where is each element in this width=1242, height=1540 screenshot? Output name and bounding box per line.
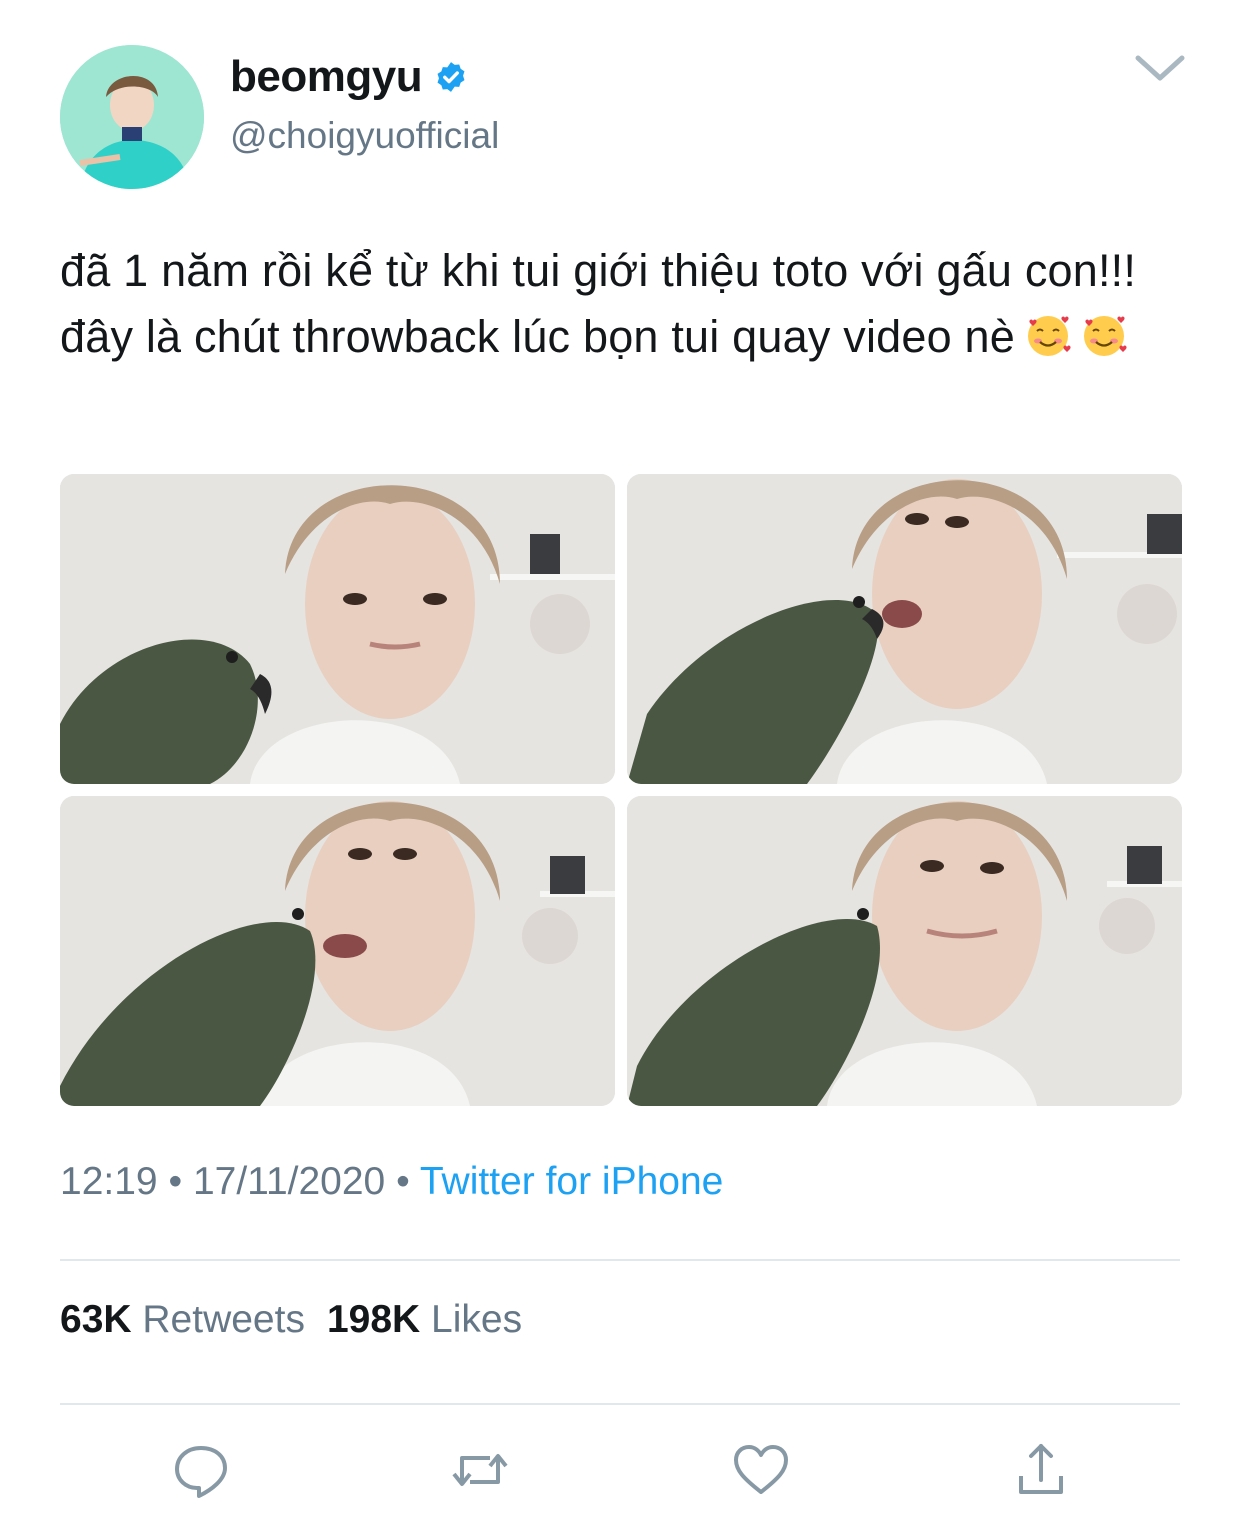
meta-separator: • — [168, 1160, 183, 1203]
display-name[interactable]: beomgyu — [230, 52, 423, 102]
share-icon — [1019, 1444, 1063, 1494]
user-handle[interactable]: @choigyuofficial — [230, 115, 499, 157]
photo-2[interactable] — [627, 474, 1182, 784]
tweet-meta: 12:19 • 17/11/2020 • Twitter for iPhone — [60, 1160, 723, 1204]
tweet-time: 12:19 — [60, 1160, 158, 1203]
retweet-button[interactable] — [450, 1440, 510, 1500]
divider — [60, 1259, 1180, 1261]
likes-stat[interactable]: 198K Likes — [327, 1298, 522, 1341]
retweet-icon — [452, 1454, 508, 1486]
reply-button[interactable] — [171, 1440, 231, 1500]
meta-separator: • — [396, 1160, 410, 1203]
tweet-source-link[interactable]: Twitter for iPhone — [420, 1160, 723, 1203]
smiling-face-with-hearts-icon — [1028, 316, 1071, 356]
divider — [60, 1403, 1180, 1405]
verified-badge-icon — [437, 62, 465, 92]
profile-avatar[interactable] — [60, 45, 204, 189]
chevron-down-icon[interactable] — [1134, 50, 1186, 86]
media-grid — [60, 474, 1182, 1106]
like-icon — [734, 1445, 788, 1494]
likes-count: 198K — [326, 1298, 421, 1341]
photo-4[interactable] — [627, 796, 1182, 1106]
tweet-body: đã 1 năm rồi kể từ khi tui giới thiệu to… — [60, 245, 1137, 362]
photo-3[interactable] — [60, 796, 615, 1106]
likes-label: Likes — [431, 1298, 523, 1341]
tweet-stats: 63K Retweets 198K Likes — [60, 1298, 522, 1342]
retweets-label: Retweets — [142, 1298, 305, 1341]
smiling-face-with-hearts-icon — [1084, 316, 1127, 356]
tweet-date: 17/11/2020 — [192, 1160, 386, 1203]
reply-icon — [175, 1446, 227, 1498]
share-button[interactable] — [1011, 1440, 1071, 1500]
retweets-count: 63K — [60, 1298, 132, 1341]
retweets-stat[interactable]: 63K Retweets — [60, 1298, 305, 1341]
tweet-text: đã 1 năm rồi kể từ khi tui giới thiệu to… — [60, 238, 1195, 370]
like-button[interactable] — [731, 1440, 791, 1500]
photo-1[interactable] — [60, 474, 615, 784]
